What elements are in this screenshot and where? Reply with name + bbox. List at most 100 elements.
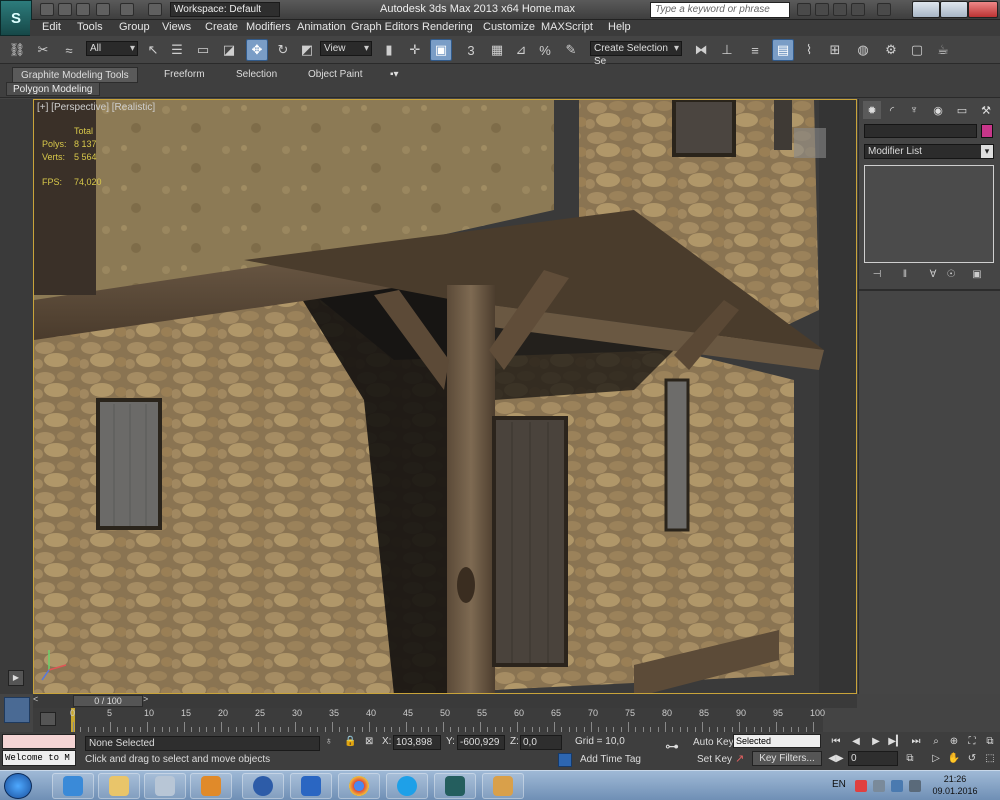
tab-freeform[interactable]: Freeform: [156, 67, 213, 83]
time-slider[interactable]: < 0 / 100 >: [33, 694, 857, 708]
open-mini-curve-editor-icon[interactable]: [40, 712, 56, 726]
menu-edit[interactable]: Edit: [42, 21, 61, 33]
zoom-extents-all-icon[interactable]: ⧉: [982, 735, 998, 749]
new-file-icon[interactable]: [40, 3, 54, 16]
open-file-icon[interactable]: [58, 3, 72, 16]
field-of-view-icon[interactable]: ▷: [928, 752, 944, 766]
previous-frame-icon[interactable]: ◀: [848, 735, 864, 749]
absolute-mode-icon[interactable]: ⊠: [365, 736, 377, 749]
search-icon[interactable]: [797, 3, 811, 16]
menu-modifiers[interactable]: Modifiers: [246, 21, 291, 33]
media-player-icon[interactable]: [190, 773, 232, 799]
tools-icon[interactable]: [815, 3, 829, 16]
start-button[interactable]: [4, 773, 32, 799]
pivot-center-icon[interactable]: ▮: [378, 39, 400, 61]
select-object-icon[interactable]: ↖: [142, 39, 164, 61]
next-frame-icon[interactable]: ▶▎: [888, 735, 904, 749]
undo-icon[interactable]: [96, 3, 110, 16]
snaps-toggle-icon[interactable]: 3: [460, 39, 482, 61]
track-bar[interactable]: 0 5 10 15 20 25 30 35 40 45 50 55 60 65 70 75 80 85 90 95 10…: [33, 708, 825, 732]
add-time-tag[interactable]: Add Time Tag: [580, 754, 641, 765]
hp-icon[interactable]: [242, 773, 284, 799]
set-key-icon[interactable]: ⊶: [660, 738, 684, 762]
render-setup-icon[interactable]: ⚙: [880, 39, 902, 61]
select-and-scale-icon[interactable]: ◩: [296, 39, 318, 61]
select-and-rotate-icon[interactable]: ↻: [272, 39, 294, 61]
mini-listener-icon[interactable]: [4, 697, 30, 723]
maxscript-listener[interactable]: Welcome to M: [2, 750, 76, 766]
configure-modifier-sets-icon[interactable]: ▣: [969, 269, 985, 283]
menu-maxscript[interactable]: MAXScript: [541, 21, 593, 33]
object-color-swatch[interactable]: [981, 124, 993, 138]
menu-graph-editors[interactable]: Graph Editors: [351, 21, 419, 33]
manage-layers-icon[interactable]: ≡: [744, 39, 766, 61]
tab-graphite-modeling-tools[interactable]: Graphite Modeling Tools: [12, 67, 138, 83]
edit-named-selection-icon[interactable]: ✎: [560, 39, 582, 61]
motion-tab-icon[interactable]: ◉: [929, 101, 947, 119]
pan-view-icon[interactable]: ✋: [946, 752, 962, 766]
help-icon[interactable]: [877, 3, 891, 16]
key-mode-toggle-icon[interactable]: ◀▶: [828, 752, 844, 766]
minimize-button[interactable]: [912, 1, 940, 18]
go-to-start-icon[interactable]: ⏮: [828, 735, 844, 749]
link-icon[interactable]: ⛓: [6, 39, 28, 61]
unlink-icon[interactable]: ✂: [32, 39, 54, 61]
communication-center-icon[interactable]: [833, 3, 847, 16]
mirror-icon[interactable]: ⧓: [690, 39, 712, 61]
time-slider-thumb[interactable]: 0 / 100: [73, 695, 143, 707]
named-selection-dropdown[interactable]: Create Selection Se: [590, 41, 682, 67]
curve-editor-icon[interactable]: ⌇: [798, 39, 820, 61]
favorites-star-icon[interactable]: [851, 3, 865, 16]
modify-tab-icon[interactable]: ◜: [883, 101, 901, 119]
selection-lock-icon[interactable]: 🔒: [344, 736, 356, 749]
angle-snap-icon[interactable]: ▦: [486, 39, 508, 61]
volume-tray-icon[interactable]: [909, 780, 921, 792]
orbit-icon[interactable]: ↺: [964, 752, 980, 766]
select-and-manipulate-icon[interactable]: ✛: [404, 39, 426, 61]
set-key-button[interactable]: Set Key: [697, 754, 732, 765]
align-icon[interactable]: ⊥: [716, 39, 738, 61]
time-configuration-icon[interactable]: ⧉: [902, 752, 918, 766]
menu-create[interactable]: Create: [205, 21, 238, 33]
rectangular-selection-icon[interactable]: ▭: [192, 39, 214, 61]
menu-tools[interactable]: Tools: [77, 21, 103, 33]
play-icon[interactable]: ▶: [868, 735, 884, 749]
tab-selection[interactable]: Selection: [228, 67, 285, 83]
go-to-end-icon[interactable]: ⏭: [908, 735, 924, 749]
menu-views[interactable]: Views: [162, 21, 191, 33]
select-by-name-icon[interactable]: ☰: [166, 39, 188, 61]
app-logo-icon[interactable]: S: [0, 0, 32, 36]
x-coordinate-input[interactable]: 103,898: [393, 735, 441, 750]
system-clock[interactable]: 21:26 09.01.2016: [930, 773, 980, 797]
zoom-icon[interactable]: ⌕: [928, 735, 944, 749]
rendered-frame-window-icon[interactable]: ▢: [906, 39, 928, 61]
zoom-extents-icon[interactable]: ⛶: [964, 735, 980, 749]
calculator-icon[interactable]: [144, 773, 186, 799]
display-tab-icon[interactable]: ▭: [953, 101, 971, 119]
menu-group[interactable]: Group: [119, 21, 150, 33]
paint-icon[interactable]: [482, 773, 524, 799]
auto-key-button[interactable]: Auto Key: [693, 737, 734, 748]
perspective-viewport[interactable]: [+] [Perspective] [Realistic] Total Poly…: [33, 99, 857, 694]
maximize-viewport-icon[interactable]: ⬚: [982, 752, 998, 766]
reference-coordinate-dropdown[interactable]: View: [320, 41, 372, 56]
utilities-tab-icon[interactable]: ⚒: [977, 101, 995, 119]
time-prev-arrow-icon[interactable]: <: [33, 694, 43, 708]
chrome-icon[interactable]: [338, 773, 380, 799]
hierarchy-tab-icon[interactable]: ♆: [905, 101, 923, 119]
expand-arrow-icon[interactable]: ▶: [8, 670, 24, 686]
workspace-dropdown[interactable]: Workspace: Default: [170, 2, 280, 17]
time-next-arrow-icon[interactable]: >: [143, 694, 153, 708]
key-mode-dropdown[interactable]: Selected: [733, 734, 821, 748]
current-frame-input[interactable]: 0: [848, 751, 898, 766]
maxscript-listener-top[interactable]: [2, 734, 76, 749]
network-tray-icon[interactable]: [891, 780, 903, 792]
antivirus-tray-icon[interactable]: [855, 780, 867, 792]
graphite-toggle-icon[interactable]: ▤: [772, 39, 794, 61]
3ds-max-taskbar-icon[interactable]: [434, 773, 476, 799]
redo-icon[interactable]: [120, 3, 134, 16]
bind-space-warp-icon[interactable]: ≈: [58, 39, 80, 61]
pin-stack-icon[interactable]: ⊣: [869, 269, 885, 283]
polygon-modeling-panel[interactable]: Polygon Modeling: [6, 82, 100, 96]
checkmark-app-icon[interactable]: [290, 773, 332, 799]
